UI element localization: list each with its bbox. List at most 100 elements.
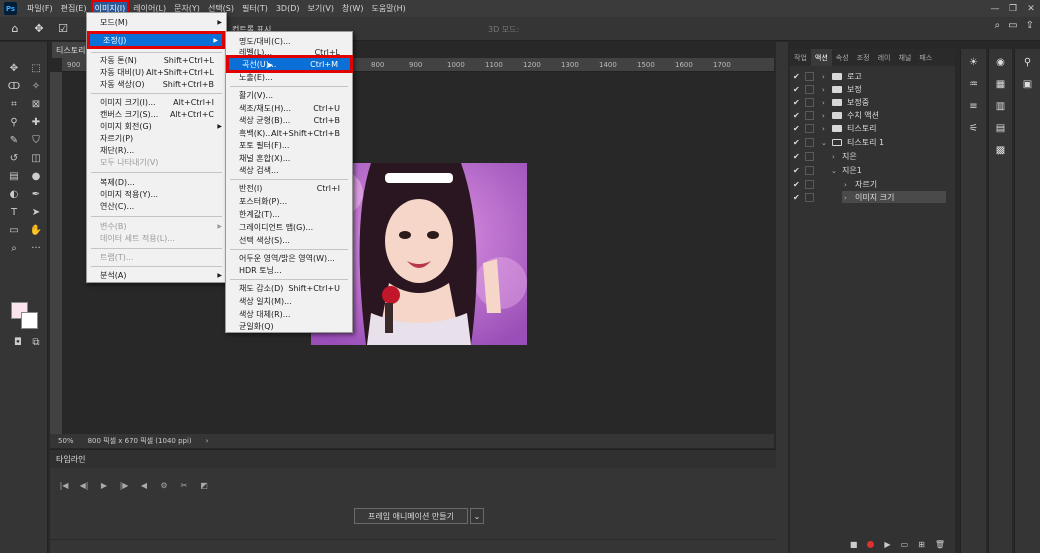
status-chevron-icon[interactable]: › [206,437,209,445]
menu-file[interactable]: 파일(F) [23,0,57,17]
dodge-icon[interactable]: ◐ [4,186,24,202]
chevron-right-icon[interactable]: › [822,112,825,120]
chevron-right-icon[interactable]: › [844,194,847,202]
swatches-icon[interactable]: ▥ [989,97,1012,115]
menu-item-crop[interactable]: 자르기(P) [87,132,226,144]
libraries-icon[interactable]: ▣ [1015,75,1040,93]
tab-adjustments[interactable]: 조정 [853,49,874,66]
check-icon[interactable]: ✔ [793,180,801,189]
check-icon[interactable]: ✔ [793,166,801,175]
menu-item-adjustments[interactable]: 조정(J) ▶ [87,31,225,49]
maximize-icon[interactable]: ❐ [1004,0,1022,17]
menu-item-curves[interactable]: 곡선(U)... Ctrl+M [226,55,353,73]
minimize-icon[interactable]: — [986,0,1004,17]
play-icon[interactable]: ▶ [884,540,890,549]
menu-item-hue-saturation[interactable]: 색조/채도(H)... Ctrl+U [226,102,352,114]
tab-history[interactable]: 작업 [790,49,811,66]
brush-settings-icon[interactable]: ♒ [961,75,986,93]
split-icon[interactable]: ✂ [176,478,192,492]
menu-item-levels[interactable]: 레벨(L)... Ctrl+L [226,46,352,58]
search-icon[interactable]: ⌕ [995,20,1001,31]
check-icon[interactable]: ✔ [793,124,801,133]
frame-icon[interactable]: ⊠ [26,96,46,112]
sliders-icon[interactable]: ⚟ [961,119,986,137]
type-icon[interactable]: T [4,204,24,220]
auto-select-checkbox[interactable]: ☑ [54,20,72,38]
menu-item-color-lookup[interactable]: 색상 검색... [226,164,352,176]
tab-actions[interactable]: 액션 [810,49,832,66]
next-frame-icon[interactable]: |▶ [116,478,132,492]
more-tools-icon[interactable]: ··· [26,240,46,256]
menu-item-vibrance[interactable]: 활기(V)... [226,89,352,101]
menu-item-invert[interactable]: 반전(I) Ctrl+I [226,182,352,194]
play-icon[interactable]: ▶ [96,478,112,492]
eraser-icon[interactable]: ◫ [26,150,46,166]
menu-item-trim[interactable]: 재단(R)... [87,144,226,156]
menu-item-black-white[interactable]: 흑백(K)... Alt+Shift+Ctrl+B [226,127,352,139]
menu-item-selective-color[interactable]: 선택 색상(S)... [226,234,352,246]
check-icon[interactable]: ✔ [793,85,801,94]
menu-item-auto-contrast[interactable]: 자동 대비(U) Alt+Shift+Ctrl+L [87,66,226,78]
dialog-toggle[interactable] [805,98,814,107]
dialog-toggle[interactable] [805,111,814,120]
gradients-icon[interactable]: ▤ [989,119,1012,137]
menu-item-match-color[interactable]: 색상 일치(M)... [226,295,352,307]
create-frame-animation-button[interactable]: 프레임 애니메이션 만들기 [354,508,468,524]
tab-paths[interactable]: 패스 [915,49,936,66]
menu-item-apply-image[interactable]: 이미지 적용(Y)... [87,188,226,200]
patterns-icon[interactable]: ▩ [989,141,1012,159]
zoom-icon[interactable]: ⌕ [4,240,24,256]
menu-item-exposure[interactable]: 노출(E)... [226,71,352,83]
chevron-down-icon[interactable]: ⌄ [821,139,827,147]
color-icon[interactable]: ▦ [989,75,1012,93]
lasso-icon[interactable]: ↀ [4,78,24,94]
menu-item-duplicate[interactable]: 복제(D)... [87,176,226,188]
action-set-row[interactable]: ✔ › 보정중 [790,96,955,109]
action-step-row[interactable]: ✔ › 이미지 크기 [790,191,955,204]
menu-item-threshold[interactable]: 한계값(T)... [226,208,352,220]
eyedropper-icon[interactable]: ⚲ [4,114,24,130]
lightbulb-icon[interactable]: ⚲ [1015,53,1040,71]
path-select-icon[interactable]: ➤ [26,204,46,220]
quick-mask-icon[interactable]: ◘ [8,334,28,350]
menu-item-photo-filter[interactable]: 포토 필터(F)... [226,139,352,151]
check-icon[interactable]: ✔ [793,111,801,120]
first-frame-icon[interactable]: |◀ [56,478,72,492]
menu-item-auto-tone[interactable]: 자동 톤(N) Shift+Ctrl+L [87,54,226,66]
rectangle-icon[interactable]: ▭ [4,222,24,238]
share-icon[interactable]: ⇪ [1026,20,1034,31]
blur-icon[interactable]: ● [26,168,46,184]
crop-icon[interactable]: ⌗ [4,96,24,112]
menu-item-gradient-map[interactable]: 그레이디언트 맵(G)... [226,221,352,233]
new-set-icon[interactable]: ▭ [901,540,909,549]
menu-item-canvas-size[interactable]: 캔버스 크기(S)... Alt+Ctrl+C [87,108,226,120]
move-icon[interactable]: ✥ [4,60,24,76]
tab-channels[interactable]: 채널 [894,49,915,66]
action-row[interactable]: ✔ ⌄ 지은1 [790,164,955,177]
chevron-down-icon[interactable]: ⌄ [470,508,484,524]
action-set-row[interactable]: ✔ › 수치 액션 [790,109,955,122]
healing-icon[interactable]: ✚ [26,114,46,130]
menu-3d[interactable]: 3D(D) [272,0,304,17]
dialog-toggle[interactable] [805,72,814,81]
chevron-right-icon[interactable]: › [832,153,835,161]
dialog-toggle[interactable] [805,85,814,94]
menu-filter[interactable]: 필터(T) [238,0,272,17]
record-icon[interactable] [867,540,875,548]
stamp-icon[interactable]: ⛉ [26,132,46,148]
stop-icon[interactable]: ■ [850,540,858,549]
close-icon[interactable]: ✕ [1022,0,1040,17]
workspace-icon[interactable]: ▭ [1008,20,1017,31]
menu-item-image-rotation[interactable]: 이미지 회전(G) ▶ [87,120,226,132]
home-icon[interactable]: ⌂ [6,20,24,38]
paragraph-icon[interactable]: ≡ [961,97,986,115]
dialog-toggle[interactable] [805,138,814,147]
menu-item-analysis[interactable]: 분석(A) ▶ [87,269,226,281]
action-set-row[interactable]: ✔ › 보정 [790,83,955,96]
marquee-icon[interactable]: ⬚ [26,60,46,76]
menu-item-mode[interactable]: 모드(M) ▶ [87,16,226,28]
check-icon[interactable]: ✔ [793,193,801,202]
gradient-icon[interactable]: ▤ [4,168,24,184]
menu-view[interactable]: 보기(V) [304,0,338,17]
history-brush-icon[interactable]: ↺ [4,150,24,166]
